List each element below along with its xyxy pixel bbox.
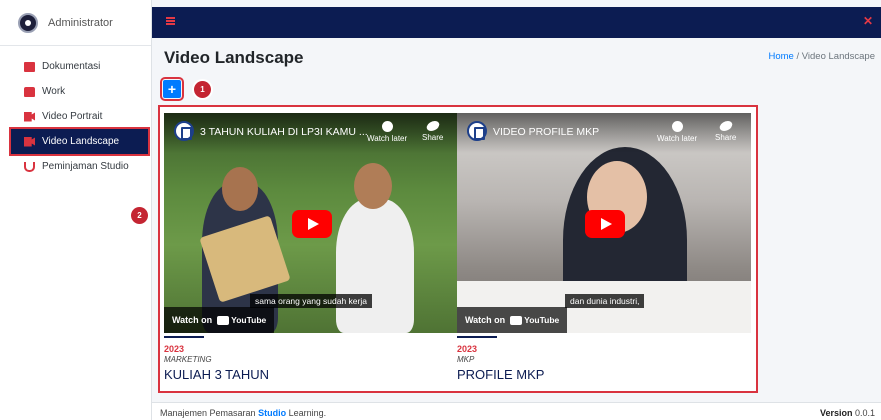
fullscreen-icon[interactable]: ✕ bbox=[863, 14, 873, 28]
video-year: 2023 bbox=[457, 344, 478, 354]
breadcrumb-current: Video Landscape bbox=[801, 51, 875, 62]
video-caption: dan dunia industri, bbox=[565, 294, 645, 308]
document-icon bbox=[24, 61, 35, 72]
breadcrumb-separator: / bbox=[796, 51, 800, 62]
step-badge-1: 1 bbox=[194, 81, 211, 98]
clock-icon bbox=[671, 121, 683, 132]
share-button[interactable]: Share bbox=[715, 121, 736, 142]
watch-later-label: Watch later bbox=[367, 134, 408, 143]
share-label: Share bbox=[715, 133, 737, 142]
sidebar-item-label: Video Portrait bbox=[42, 111, 103, 122]
channel-logo-icon[interactable] bbox=[174, 121, 194, 141]
video-thumbnail-figure bbox=[336, 199, 414, 333]
video-card: VIDEO PROFILE MKP Watch later Share dan … bbox=[457, 113, 751, 382]
video-grid: 3 TAHUN KULIAH DI LP3I KAMU ... Watch la… bbox=[158, 105, 758, 393]
sidebar-item-label: Work bbox=[42, 86, 66, 97]
player-video-title[interactable]: VIDEO PROFILE MKP bbox=[493, 126, 599, 138]
share-icon bbox=[424, 121, 441, 131]
version-info: Version 0.0.1 bbox=[820, 403, 875, 420]
watch-later-button[interactable]: Watch later bbox=[367, 121, 407, 143]
footer-text: Manajemen Pemasaran Studio Learning. bbox=[160, 408, 326, 418]
video-meta: 2023 MARKETING KULIAH 3 TAHUN bbox=[164, 333, 458, 382]
breadcrumb-home-link[interactable]: Home bbox=[768, 51, 793, 62]
watch-on-youtube-button[interactable]: Watch on YouTube bbox=[164, 307, 275, 333]
watch-later-button[interactable]: Watch later bbox=[657, 121, 697, 143]
video-caption: sama orang yang sudah kerja bbox=[250, 294, 372, 308]
footer-suffix: Learning. bbox=[288, 408, 327, 418]
sidebar: Administrator Dokumentasi Work Video Por… bbox=[0, 0, 152, 420]
sidebar-item-peminjaman-studio[interactable]: Peminjaman Studio bbox=[0, 154, 151, 179]
clock-icon bbox=[381, 121, 393, 132]
share-label: Share bbox=[422, 133, 444, 142]
video-title: PROFILE MKP bbox=[457, 367, 545, 382]
sidebar-item-label: Dokumentasi bbox=[42, 61, 101, 72]
avatar bbox=[18, 12, 38, 33]
video-meta: 2023 MKP PROFILE MKP bbox=[457, 333, 751, 382]
sidebar-item-video-portrait[interactable]: Video Portrait bbox=[0, 104, 151, 129]
version-value: 0.0.1 bbox=[854, 408, 875, 418]
topbar: ✕ bbox=[152, 7, 881, 38]
menu-toggle-icon[interactable] bbox=[166, 17, 175, 25]
watch-on-youtube-button[interactable]: Watch on YouTube bbox=[457, 307, 568, 333]
video-player[interactable]: VIDEO PROFILE MKP Watch later Share dan … bbox=[457, 113, 751, 333]
watch-later-label: Watch later bbox=[657, 134, 698, 143]
sidebar-item-dokumentasi[interactable]: Dokumentasi bbox=[0, 54, 151, 79]
share-button[interactable]: Share bbox=[422, 121, 443, 142]
video-thumbnail-figure bbox=[222, 167, 258, 211]
play-button-icon[interactable] bbox=[585, 210, 625, 238]
video-category: MKP bbox=[457, 355, 475, 364]
watch-on-label: Watch on bbox=[465, 315, 506, 325]
video-thumbnail-figure bbox=[354, 163, 392, 209]
studio-icon bbox=[24, 161, 35, 172]
video-category: MARKETING bbox=[164, 355, 212, 364]
video-card: 3 TAHUN KULIAH DI LP3I KAMU ... Watch la… bbox=[164, 113, 458, 382]
sidebar-item-label: Peminjaman Studio bbox=[42, 161, 129, 172]
youtube-logo-icon: YouTube bbox=[510, 315, 559, 325]
video-year: 2023 bbox=[164, 344, 185, 354]
footer-prefix: Manajemen Pemasaran bbox=[160, 408, 256, 418]
step-badge-2: 2 bbox=[131, 207, 148, 224]
share-icon bbox=[717, 121, 734, 131]
user-name: Administrator bbox=[48, 16, 113, 29]
breadcrumb: Home / Video Landscape bbox=[768, 51, 875, 62]
version-label: Version bbox=[819, 408, 853, 418]
channel-logo-icon[interactable] bbox=[467, 121, 487, 141]
watch-on-label: Watch on bbox=[172, 315, 213, 325]
footer-brand-link[interactable]: Studio bbox=[258, 408, 286, 418]
divider bbox=[164, 336, 204, 338]
sidebar-item-label: Video Landscape bbox=[42, 136, 120, 147]
video-title: KULIAH 3 TAHUN bbox=[164, 367, 269, 382]
youtube-logo-icon: YouTube bbox=[217, 315, 266, 325]
sidebar-item-video-landscape[interactable]: Video Landscape bbox=[9, 127, 150, 156]
sidebar-item-work[interactable]: Work bbox=[0, 79, 151, 104]
video-camera-icon bbox=[24, 136, 35, 147]
user-panel[interactable]: Administrator bbox=[0, 0, 151, 46]
video-camera-icon bbox=[24, 111, 35, 122]
play-button-icon[interactable] bbox=[292, 210, 332, 238]
footer: Manajemen Pemasaran Studio Learning. Ver… bbox=[152, 402, 881, 420]
divider bbox=[457, 336, 497, 338]
add-video-button[interactable]: + bbox=[160, 77, 184, 101]
player-video-title[interactable]: 3 TAHUN KULIAH DI LP3I KAMU ... bbox=[200, 126, 368, 138]
video-player[interactable]: 3 TAHUN KULIAH DI LP3I KAMU ... Watch la… bbox=[164, 113, 458, 333]
page-title: Video Landscape bbox=[164, 48, 304, 67]
briefcase-icon bbox=[24, 86, 35, 97]
sidebar-nav: Dokumentasi Work Video Portrait Video La… bbox=[0, 46, 151, 179]
